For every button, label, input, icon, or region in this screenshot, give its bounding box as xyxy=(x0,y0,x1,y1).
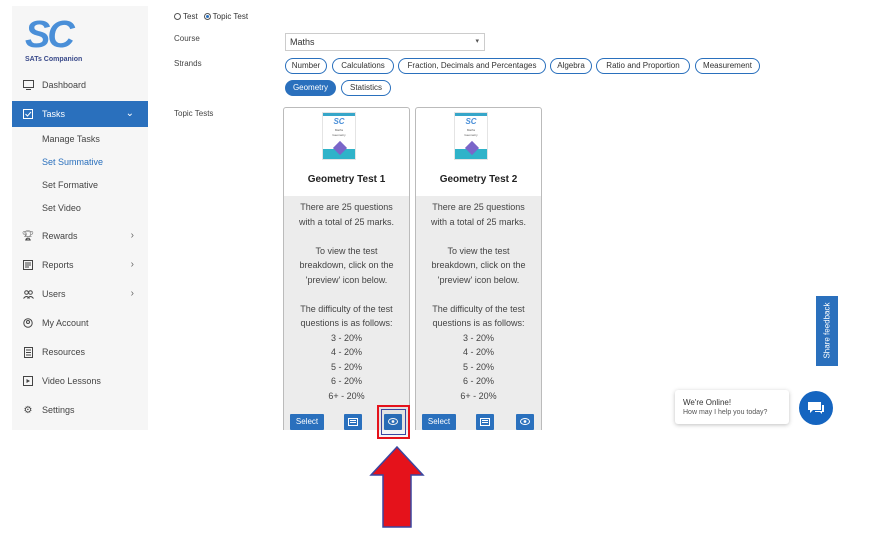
main-content: Test Topic Test Course Maths ▾ Strands N… xyxy=(148,6,838,430)
strand-pill-fractions[interactable]: Fraction, Decimals and Percentages xyxy=(398,58,546,74)
card-body: There are 25 questions with a total of 2… xyxy=(416,196,541,430)
sidebar-sub-set-video[interactable]: Set Video xyxy=(42,203,81,213)
card-body: There are 25 questions with a total of 2… xyxy=(284,196,409,430)
gear-icon: ⚙ xyxy=(23,404,33,416)
sidebar-item-dashboard[interactable]: Dashboard xyxy=(12,72,148,98)
sidebar-item-label: Video Lessons xyxy=(42,376,101,386)
course-label: Course xyxy=(174,34,200,43)
list-button[interactable] xyxy=(344,414,362,430)
app-window: SC SATs Companion Dashboard Tasks ⌄ Mana… xyxy=(12,6,838,430)
reports-icon xyxy=(22,259,34,271)
sidebar-item-video-lessons[interactable]: Video Lessons xyxy=(12,368,148,394)
logo[interactable]: SC SATs Companion xyxy=(25,16,95,66)
select-button[interactable]: Select xyxy=(290,414,324,430)
radio-topic-test-label[interactable]: Topic Test xyxy=(213,12,248,21)
strand-pill-ratio[interactable]: Ratio and Proportion xyxy=(596,58,690,74)
video-icon xyxy=(22,375,34,387)
trophy-icon: 🏆︎ xyxy=(21,230,35,242)
preview-button[interactable] xyxy=(516,414,534,430)
sidebar-sub-set-summative[interactable]: Set Summative xyxy=(42,157,103,167)
annotation-arrow-icon xyxy=(369,445,425,528)
sidebar-sub-set-formative[interactable]: Set Formative xyxy=(42,180,98,190)
test-type-radio-group: Test Topic Test xyxy=(174,12,248,21)
select-button[interactable]: Select xyxy=(422,414,456,430)
card-description: There are 25 questions with a total of 2… xyxy=(430,202,527,401)
sidebar-item-label: Dashboard xyxy=(42,80,87,90)
card-description: There are 25 questions with a total of 2… xyxy=(298,202,395,401)
strand-pill-calculations[interactable]: Calculations xyxy=(332,58,394,74)
chevron-right-icon: › xyxy=(130,259,134,270)
thumbnail-subject: Maths xyxy=(466,128,476,132)
radio-topic-test[interactable] xyxy=(203,13,211,20)
test-card: SC Maths Geometry Geometry Test 2 There … xyxy=(415,107,542,430)
monitor-icon xyxy=(22,79,34,91)
sidebar-item-my-account[interactable]: My Account xyxy=(12,310,148,336)
thumbnail-topic: Geometry xyxy=(332,133,346,137)
sidebar-item-settings[interactable]: ⚙ Settings xyxy=(12,397,148,423)
course-select-value: Maths xyxy=(290,37,315,47)
logo-mark: SC xyxy=(25,14,75,56)
chat-icon xyxy=(808,402,824,414)
account-icon xyxy=(22,317,34,329)
sidebar-item-tasks[interactable]: Tasks ⌄ xyxy=(12,101,148,127)
radio-test-label[interactable]: Test xyxy=(183,12,198,21)
chevron-right-icon: › xyxy=(130,288,134,299)
strand-pill-measurement[interactable]: Measurement xyxy=(695,58,760,74)
users-icon xyxy=(22,288,34,300)
strand-pill-algebra[interactable]: Algebra xyxy=(550,58,592,74)
sidebar-item-label: Reports xyxy=(42,260,74,270)
list-icon xyxy=(348,418,358,426)
topic-tests-label: Topic Tests xyxy=(174,109,214,118)
share-feedback-tab[interactable]: Share feedback xyxy=(816,296,838,366)
sidebar-item-label: Tasks xyxy=(42,109,66,119)
resources-icon xyxy=(22,346,34,358)
thumbnail-topic: Geometry xyxy=(464,133,478,137)
strand-pill-geometry[interactable]: Geometry xyxy=(285,80,336,96)
strands-label: Strands xyxy=(174,59,202,68)
chat-greeting[interactable]: We're Online! How may I help you today? xyxy=(675,390,789,424)
caret-down-icon: ▾ xyxy=(475,38,479,45)
course-select[interactable]: Maths ▾ xyxy=(285,33,485,51)
chat-launcher-button[interactable] xyxy=(799,391,833,425)
radio-test[interactable] xyxy=(174,13,181,20)
card-title: Geometry Test 1 xyxy=(307,174,386,185)
eye-icon xyxy=(520,418,530,425)
sidebar-item-reports[interactable]: Reports › xyxy=(12,252,148,278)
sidebar-item-resources[interactable]: Resources xyxy=(12,339,148,365)
test-thumbnail: SC Maths Geometry xyxy=(322,112,356,160)
sidebar-item-rewards[interactable]: 🏆︎ Rewards › xyxy=(12,223,148,249)
list-icon xyxy=(480,418,490,426)
sidebar-item-label: Users xyxy=(42,289,66,299)
thumbnail-logo: SC xyxy=(333,117,345,126)
thumbnail-subject: Maths xyxy=(334,128,344,132)
card-title: Geometry Test 2 xyxy=(439,174,518,185)
chevron-right-icon: › xyxy=(130,230,134,241)
tasks-icon xyxy=(22,108,34,120)
chat-subtitle: How may I help you today? xyxy=(683,409,768,416)
test-card: SC Maths Geometry Geometry Test 1 There … xyxy=(283,107,410,430)
test-thumbnail: SC Maths Geometry xyxy=(454,112,488,160)
thumbnail-logo: SC xyxy=(465,117,477,126)
sidebar-item-label: Rewards xyxy=(42,231,78,241)
annotation-highlight-box xyxy=(377,405,410,439)
list-button[interactable] xyxy=(476,414,494,430)
sidebar-item-label: My Account xyxy=(42,318,89,328)
logo-text: SATs Companion xyxy=(25,56,83,63)
sidebar: SC SATs Companion Dashboard Tasks ⌄ Mana… xyxy=(12,6,148,430)
sidebar-sub-manage-tasks[interactable]: Manage Tasks xyxy=(42,134,100,144)
strand-pill-statistics[interactable]: Statistics xyxy=(341,80,391,96)
sidebar-item-label: Settings xyxy=(42,405,75,415)
chat-title: We're Online! xyxy=(683,398,732,407)
sidebar-item-label: Resources xyxy=(42,347,86,357)
sidebar-item-users[interactable]: Users › xyxy=(12,281,148,307)
share-feedback-label: Share feedback xyxy=(822,302,832,359)
strand-pill-number[interactable]: Number xyxy=(285,58,327,74)
chevron-down-icon: ⌄ xyxy=(125,108,134,119)
